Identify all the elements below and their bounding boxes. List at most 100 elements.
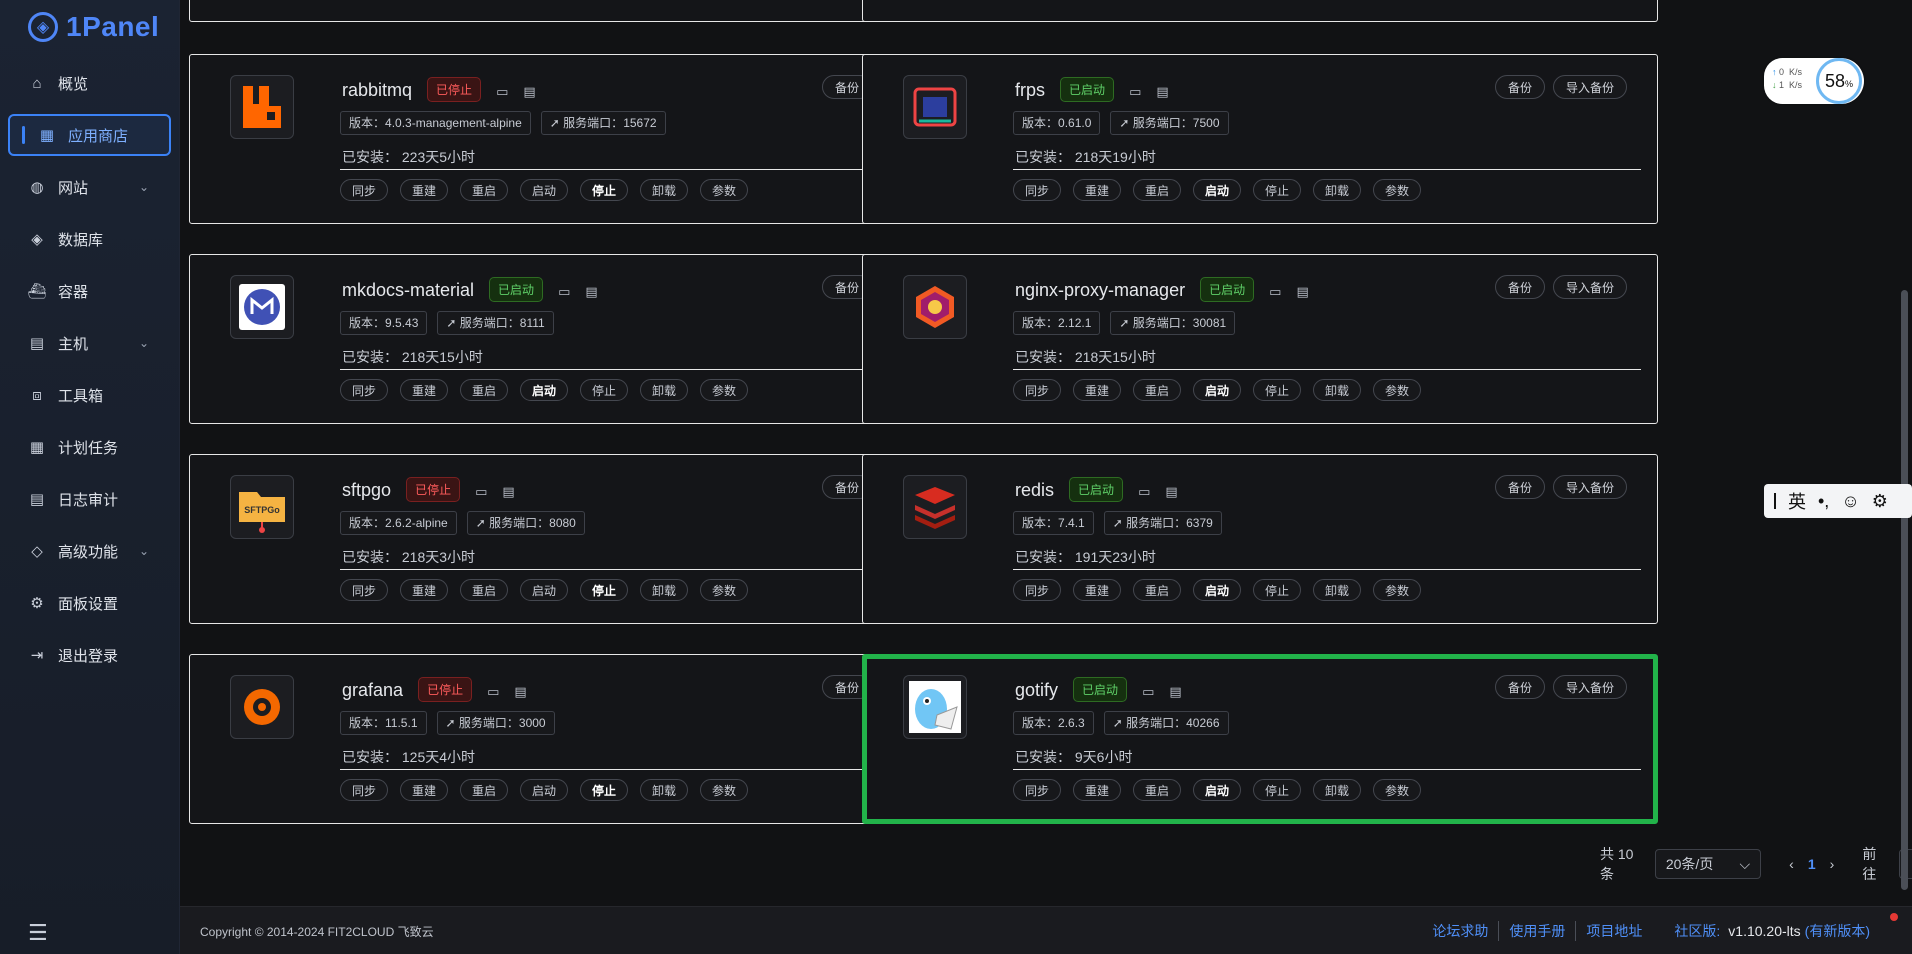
log-icon[interactable]: ▤ [523,84,535,100]
action-button-5[interactable]: 卸载 [640,379,688,401]
action-button-1[interactable]: 重建 [1073,579,1121,601]
action-button-6[interactable]: 参数 [700,579,748,601]
action-button-1[interactable]: 重建 [400,779,448,801]
backup-button[interactable]: 备份 [1494,75,1545,99]
sidebar-item-11[interactable]: ⇥ 退出登录 [8,634,171,676]
action-button-5[interactable]: 卸载 [1313,779,1361,801]
frps-icon[interactable] [903,75,967,139]
port-tag[interactable]: ➚ 服务端口：40266 [1103,711,1229,735]
action-button-5[interactable]: 卸载 [640,779,688,801]
action-button-6[interactable]: 参数 [1373,579,1421,601]
sidebar-item-10[interactable]: ⚙ 面板设置 [8,582,171,624]
redis-icon[interactable] [903,475,967,539]
sidebar-item-6[interactable]: ⧈ 工具箱 [8,374,171,416]
port-tag[interactable]: ➚ 服务端口：15672 [540,111,666,135]
scrollbar[interactable] [1901,290,1908,890]
next-page-icon[interactable]: › [1830,856,1835,872]
app-name[interactable]: mkdocs-material [342,280,474,300]
folder-icon[interactable]: ▭ [1138,484,1150,500]
action-button-6[interactable]: 参数 [700,379,748,401]
action-button-3[interactable]: 启动 [520,579,568,601]
action-button-0[interactable]: 同步 [1013,779,1061,801]
log-icon[interactable]: ▤ [1156,84,1168,100]
action-button-3[interactable]: 启动 [520,179,568,201]
action-button-6[interactable]: 参数 [1373,779,1421,801]
action-button-1[interactable]: 重建 [1073,179,1121,201]
action-button-3[interactable]: 启动 [520,779,568,801]
folder-icon[interactable]: ▭ [558,284,570,300]
action-button-2[interactable]: 重启 [1133,779,1181,801]
action-button-3[interactable]: 启动 [1193,379,1241,401]
log-icon[interactable]: ▤ [1296,284,1308,300]
collapse-menu-icon[interactable]: ☰ [28,920,48,946]
action-button-4[interactable]: 停止 [1253,179,1301,201]
app-name[interactable]: rabbitmq [342,80,412,100]
docs-link[interactable]: 使用手册 [1499,921,1577,941]
action-button-3[interactable]: 启动 [1193,579,1241,601]
action-button-1[interactable]: 重建 [400,579,448,601]
sidebar-item-4[interactable]: ⛴ 容器 [8,270,171,312]
import-backup-button[interactable]: 导入备份 [1552,75,1627,99]
action-button-0[interactable]: 同步 [340,779,388,801]
page-size-select[interactable]: 20条/页 ⌵ [1654,849,1762,879]
action-button-6[interactable]: 参数 [1373,179,1421,201]
ime-language-toggle[interactable]: 英 [1788,488,1806,514]
action-button-2[interactable]: 重启 [460,379,508,401]
action-button-4[interactable]: 停止 [580,179,628,201]
action-button-3[interactable]: 启动 [1193,779,1241,801]
action-button-6[interactable]: 参数 [700,779,748,801]
folder-icon[interactable]: ▭ [475,484,487,500]
action-button-2[interactable]: 重启 [1133,179,1181,201]
app-name[interactable]: redis [1015,480,1054,500]
grafana-icon[interactable] [230,675,294,739]
sidebar-item-7[interactable]: ▦ 计划任务 [8,426,171,468]
action-button-0[interactable]: 同步 [340,379,388,401]
action-button-2[interactable]: 重启 [460,779,508,801]
action-button-2[interactable]: 重启 [460,579,508,601]
project-link[interactable]: 项目地址 [1576,921,1652,941]
ime-settings-icon[interactable]: ⚙ [1872,491,1888,512]
action-button-3[interactable]: 启动 [520,379,568,401]
app-name[interactable]: grafana [342,680,403,700]
app-name[interactable]: nginx-proxy-manager [1015,280,1185,300]
rabbitmq-icon[interactable] [230,75,294,139]
new-version-link[interactable]: (有新版本) [1805,921,1870,941]
action-button-1[interactable]: 重建 [1073,779,1121,801]
port-tag[interactable]: ➚ 服务端口：3000 [436,711,555,735]
action-button-4[interactable]: 停止 [580,579,628,601]
sidebar-item-5[interactable]: ▤ 主机 ⌄ [8,322,171,364]
log-icon[interactable]: ▤ [1165,484,1177,500]
prev-page-icon[interactable]: ‹ [1789,856,1794,872]
folder-icon[interactable]: ▭ [1269,284,1281,300]
sidebar-item-0[interactable]: ⌂ 概览 [8,62,171,104]
action-button-0[interactable]: 同步 [340,179,388,201]
import-backup-button[interactable]: 导入备份 [1552,475,1627,499]
nginx-proxy-manager-icon[interactable] [903,275,967,339]
sidebar-item-9[interactable]: ◇ 高级功能 ⌄ [8,530,171,572]
backup-button[interactable]: 备份 [1494,675,1545,699]
port-tag[interactable]: ➚ 服务端口：6379 [1103,511,1222,535]
action-button-4[interactable]: 停止 [580,779,628,801]
action-button-0[interactable]: 同步 [340,579,388,601]
mkdocs-icon[interactable] [230,275,294,339]
action-button-4[interactable]: 停止 [1253,579,1301,601]
action-button-2[interactable]: 重启 [460,179,508,201]
port-tag[interactable]: ➚ 服务端口：7500 [1110,111,1229,135]
action-button-6[interactable]: 参数 [700,179,748,201]
sidebar-item-8[interactable]: ▤ 日志审计 [8,478,171,520]
action-button-5[interactable]: 卸载 [1313,579,1361,601]
folder-icon[interactable]: ▭ [496,84,508,100]
folder-icon[interactable]: ▭ [1142,684,1154,700]
action-button-4[interactable]: 停止 [1253,379,1301,401]
ime-punctuation-toggle[interactable]: •, [1818,491,1829,512]
import-backup-button[interactable]: 导入备份 [1552,675,1627,699]
log-icon[interactable]: ▤ [502,484,514,500]
current-page[interactable]: 1 [1808,856,1816,872]
log-icon[interactable]: ▤ [514,684,526,700]
network-speed-widget[interactable]: ↑ 0 K/s ↓ 1 K/s 58% [1764,58,1864,104]
action-button-1[interactable]: 重建 [1073,379,1121,401]
import-backup-button[interactable]: 导入备份 [1552,275,1627,299]
folder-icon[interactable]: ▭ [1129,84,1141,100]
action-button-0[interactable]: 同步 [1013,179,1061,201]
port-tag[interactable]: ➚ 服务端口：8080 [466,511,585,535]
